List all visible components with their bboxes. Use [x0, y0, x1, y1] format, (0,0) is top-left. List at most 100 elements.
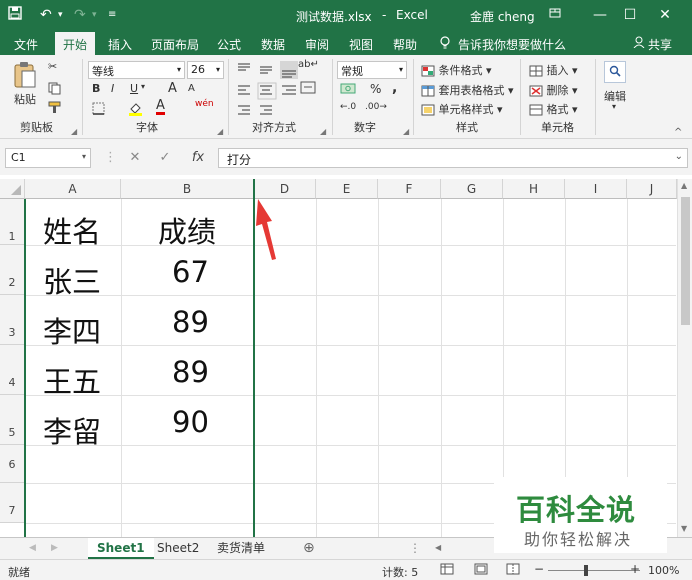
column-header-e[interactable]: E [316, 179, 378, 199]
number-format-select[interactable]: 常规 ▾ [337, 61, 407, 79]
format-painter-icon[interactable] [48, 101, 62, 117]
sheet-tab-sheet2[interactable]: Sheet2 [148, 538, 208, 559]
wrap-text-icon[interactable]: ab↵ [298, 59, 319, 70]
minimize-icon[interactable]: — [585, 4, 615, 26]
format-cells-button[interactable]: 格式 ▾ [529, 101, 578, 117]
zoom-out-icon[interactable]: − [534, 562, 544, 576]
undo-dropdown-icon[interactable]: ▾ [58, 6, 63, 24]
cell-styles-button[interactable]: 单元格样式 ▾ [421, 101, 503, 117]
chevron-down-icon[interactable]: ▾ [141, 82, 145, 91]
paste-button[interactable]: 粘贴 [14, 91, 36, 107]
page-layout-view-icon[interactable] [474, 563, 488, 578]
zoom-slider[interactable] [548, 570, 640, 571]
column-header-g[interactable]: G [441, 179, 503, 199]
enter-icon[interactable]: ✓ [156, 148, 174, 168]
select-all-corner[interactable] [0, 179, 25, 199]
cancel-icon[interactable]: ✕ [126, 148, 144, 168]
font-launcher-icon[interactable]: ◢ [217, 127, 223, 136]
name-box[interactable]: C1 ▾ [5, 148, 91, 168]
formula-input[interactable]: 打分 ⌄ [218, 148, 688, 168]
percent-button[interactable]: % [370, 82, 381, 96]
save-icon[interactable] [8, 6, 22, 25]
tab-insert[interactable]: 插入 [108, 36, 132, 53]
font-color-icon[interactable]: A [156, 99, 165, 115]
row-header-1[interactable]: 1 [0, 199, 25, 245]
user-name[interactable]: 金鹿 cheng [470, 8, 535, 25]
row-header-4[interactable]: 4 [0, 345, 25, 395]
conditional-format-button[interactable]: 条件格式 ▾ [421, 62, 492, 78]
borders-icon[interactable] [92, 102, 105, 118]
cell-b4[interactable]: 89 [172, 355, 209, 389]
tab-review[interactable]: 审阅 [305, 36, 329, 53]
ribbon-display-icon[interactable] [540, 4, 570, 26]
redo-icon[interactable]: ↷ [74, 6, 86, 24]
sheet-tab-sales-list[interactable]: 卖货清单 [208, 538, 274, 559]
row-header-3[interactable]: 3 [0, 295, 25, 345]
cut-icon[interactable]: ✂ [48, 60, 57, 73]
delete-cells-button[interactable]: 删除 ▾ [529, 82, 578, 98]
number-launcher-icon[interactable]: ◢ [403, 127, 409, 136]
font-grow-button[interactable]: A [168, 81, 177, 96]
cell-a2[interactable]: 张三 [43, 259, 101, 301]
copy-icon[interactable] [48, 82, 62, 98]
sheet-tab-sheet1[interactable]: Sheet1 [88, 538, 154, 559]
tab-page-layout[interactable]: 页面布局 [151, 36, 199, 53]
tab-file[interactable]: 文件 [14, 36, 38, 53]
column-header-a[interactable]: A [25, 179, 121, 199]
bold-button[interactable]: B [92, 82, 100, 95]
column-header-b[interactable]: B [121, 179, 254, 199]
expand-formula-icon[interactable]: ⌄ [675, 151, 683, 162]
tell-me-search[interactable]: 告诉我你想要做什么 [458, 36, 566, 53]
fill-color-icon[interactable] [128, 101, 143, 119]
merge-center-icon[interactable] [300, 81, 316, 97]
insert-cells-button[interactable]: 插入 ▾ [529, 62, 578, 78]
add-sheet-icon[interactable]: ⊕ [294, 538, 324, 559]
search-icon[interactable] [604, 61, 626, 83]
column-header-i[interactable]: I [565, 179, 627, 199]
font-shrink-button[interactable]: A [188, 83, 195, 94]
tab-view[interactable]: 视图 [349, 36, 373, 53]
row-header-6[interactable]: 6 [0, 445, 25, 483]
cell-a5[interactable]: 李留 [43, 409, 101, 451]
column-header-f[interactable]: F [378, 179, 441, 199]
scroll-up-icon[interactable]: ▲ [681, 181, 687, 190]
next-sheet-icon[interactable]: ▶ [42, 538, 67, 559]
share-button[interactable]: 共享 [648, 36, 672, 53]
close-icon[interactable]: ✕ [650, 4, 680, 26]
cell-b2[interactable]: 67 [172, 255, 209, 289]
zoom-slider-thumb[interactable] [584, 565, 588, 576]
insert-function-button[interactable]: fx [188, 148, 208, 168]
tab-home[interactable]: 开始 [55, 32, 96, 55]
row-header-7[interactable]: 7 [0, 483, 25, 523]
cell-a3[interactable]: 李四 [43, 309, 101, 351]
zoom-in-icon[interactable]: + [630, 562, 640, 576]
page-break-view-icon[interactable] [506, 563, 520, 578]
chevron-down-icon[interactable]: ▾ [612, 102, 616, 111]
phonetic-button[interactable]: wén [195, 99, 214, 109]
zoom-level[interactable]: 100% [648, 564, 679, 577]
font-name-select[interactable]: 等线 ▾ [88, 61, 185, 79]
cell-b5[interactable]: 90 [172, 405, 209, 439]
italic-button[interactable]: I [111, 82, 114, 95]
column-header-d[interactable]: D [254, 179, 316, 199]
maximize-icon[interactable]: ☐ [615, 4, 645, 26]
customize-qat-icon[interactable]: ≡ [108, 6, 116, 24]
normal-view-icon[interactable] [440, 563, 454, 578]
cell-a1[interactable]: 姓名 [43, 209, 101, 251]
scrollbar-thumb[interactable] [681, 197, 690, 325]
font-size-select[interactable]: 26 ▾ [187, 61, 224, 79]
cell-a4[interactable]: 王五 [43, 359, 101, 401]
clipboard-launcher-icon[interactable]: ◢ [71, 127, 77, 136]
currency-icon[interactable] [340, 83, 358, 98]
row-header-2[interactable]: 2 [0, 245, 25, 295]
alignment-launcher-icon[interactable]: ◢ [320, 127, 326, 136]
tab-formulas[interactable]: 公式 [217, 36, 241, 53]
undo-icon[interactable]: ↶ [40, 6, 52, 24]
decrease-decimal-icon[interactable]: .00→ [365, 102, 387, 112]
tab-help[interactable]: 帮助 [393, 36, 417, 53]
row-header-5[interactable]: 5 [0, 395, 25, 445]
column-header-j[interactable]: J [627, 179, 677, 199]
vertical-scrollbar[interactable]: ▲ ▼ [677, 179, 692, 537]
paste-icon[interactable] [12, 61, 38, 92]
underline-button[interactable]: U [130, 82, 138, 95]
